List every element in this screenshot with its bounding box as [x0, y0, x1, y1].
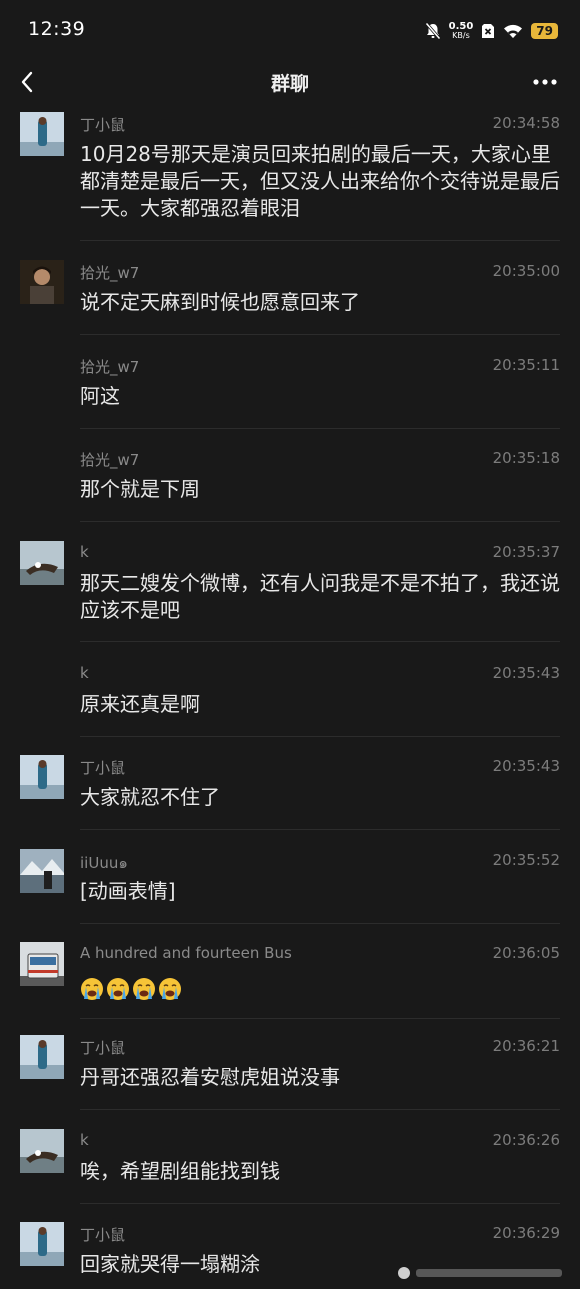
more-options-icon[interactable] — [530, 68, 560, 96]
divider — [80, 1018, 560, 1019]
message-time: 20:35:37 — [492, 543, 560, 561]
message-text[interactable]: [动画表情] — [80, 878, 560, 905]
status-time: 12:39 — [28, 18, 86, 40]
divider — [80, 334, 560, 335]
sender-name: 丁小鼠 — [80, 116, 126, 134]
message-text[interactable]: 唉，希望剧组能找到钱 — [80, 1158, 560, 1185]
message-time: 20:35:43 — [492, 664, 560, 682]
message-text[interactable]: 原来还真是啊 — [80, 691, 560, 718]
sender-name: 丁小鼠 — [80, 759, 126, 777]
message-time: 20:36:05 — [492, 944, 560, 962]
message-text[interactable]: 阿这 — [80, 383, 560, 410]
avatar[interactable] — [20, 942, 64, 986]
sender-name: k — [80, 543, 89, 561]
loudly-crying-face-icon — [81, 977, 103, 1000]
sender-name: 丁小鼠 — [80, 1039, 126, 1057]
message-time: 20:36:26 — [492, 1131, 560, 1149]
divider — [80, 923, 560, 924]
sender-name: 丁小鼠 — [80, 1226, 126, 1244]
loudly-crying-face-icon — [159, 977, 181, 1000]
message-text[interactable]: 说不定天麻到时候也愿意回来了 — [80, 289, 560, 316]
divider — [80, 428, 560, 429]
sender-name: iiUuu๑ — [80, 854, 128, 872]
sender-name: k — [80, 664, 89, 682]
message-text[interactable]: 那个就是下周 — [80, 476, 560, 503]
status-icons: 0.50 KB/s 79 — [424, 20, 558, 42]
divider — [80, 641, 560, 642]
sender-name: k — [80, 1131, 89, 1149]
avatar[interactable] — [20, 1129, 64, 1173]
message-text[interactable]: 那天二嫂发个微博，还有人问我是不是不拍了，我还说应该不是吧 — [80, 570, 560, 624]
bell-mute-icon — [424, 22, 441, 40]
message-text[interactable]: 大家就忍不住了 — [80, 784, 560, 811]
divider — [80, 521, 560, 522]
divider — [80, 829, 560, 830]
nav-bar: 群聊 — [0, 60, 580, 104]
divider — [80, 240, 560, 241]
avatar[interactable] — [20, 849, 64, 893]
avatar[interactable] — [20, 260, 64, 304]
divider — [80, 736, 560, 737]
avatar[interactable] — [20, 541, 64, 585]
page-title: 群聊 — [270, 73, 309, 95]
sender-name: 拾光_w7 — [80, 451, 140, 469]
watermark — [398, 1267, 562, 1279]
divider — [80, 1109, 560, 1110]
avatar[interactable] — [20, 1222, 64, 1266]
message-time: 20:35:52 — [492, 851, 560, 869]
status-bar: 12:39 0.50 KB/s 79 — [0, 0, 580, 60]
divider — [80, 1203, 560, 1204]
network-speed-unit: KB/s — [452, 31, 470, 40]
message-time: 20:35:00 — [492, 262, 560, 280]
sim-disabled-icon — [482, 24, 495, 38]
message-time: 20:36:21 — [492, 1037, 560, 1055]
avatar[interactable] — [20, 755, 64, 799]
message-time: 20:34:58 — [492, 114, 560, 132]
network-speed: 0.50 KB/s — [448, 21, 474, 41]
message-time: 20:35:11 — [492, 356, 560, 374]
message-emoji[interactable] — [80, 974, 560, 1001]
loudly-crying-face-icon — [107, 977, 129, 1000]
avatar[interactable] — [20, 112, 64, 156]
battery-level: 79 — [531, 23, 558, 39]
network-speed-value: 0.50 — [448, 21, 474, 32]
wifi-icon — [504, 24, 523, 38]
sender-name: 拾光_w7 — [80, 264, 140, 282]
message-time: 20:35:43 — [492, 757, 560, 775]
message-time: 20:36:29 — [492, 1224, 560, 1242]
loudly-crying-face-icon — [133, 977, 155, 1000]
sender-name: A hundred and fourteen Bus — [80, 944, 292, 962]
sender-name: 拾光_w7 — [80, 358, 140, 376]
avatar[interactable] — [20, 1035, 64, 1079]
message-text[interactable]: 丹哥还强忍着安慰虎姐说没事 — [80, 1064, 560, 1091]
message-text[interactable]: 10月28号那天是演员回来拍剧的最后一天，大家心里都清楚是最后一天，但又没人出来… — [80, 141, 560, 222]
message-time: 20:35:18 — [492, 449, 560, 467]
